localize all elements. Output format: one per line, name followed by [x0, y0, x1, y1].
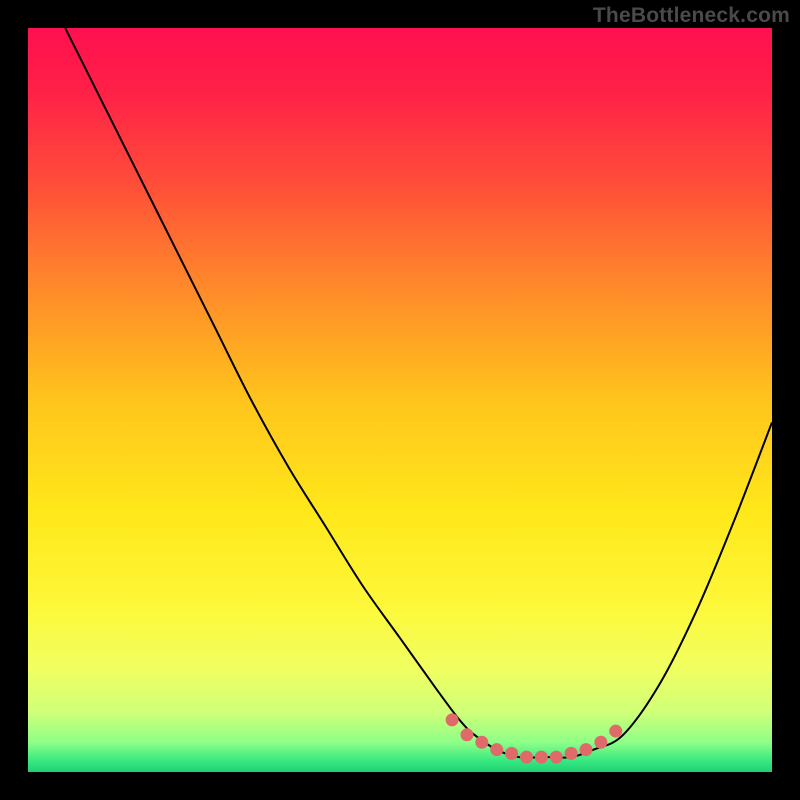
watermark-label: TheBottleneck.com: [593, 4, 790, 28]
tolerance-marker: [520, 751, 533, 764]
tolerance-marker: [550, 751, 563, 764]
chart-frame: TheBottleneck.com: [0, 0, 800, 800]
tolerance-marker: [594, 736, 607, 749]
gradient-background: [28, 28, 772, 772]
tolerance-marker: [446, 713, 459, 726]
tolerance-marker: [580, 743, 593, 756]
tolerance-marker: [565, 747, 578, 760]
tolerance-marker: [505, 747, 518, 760]
tolerance-marker: [609, 725, 622, 738]
tolerance-marker: [475, 736, 488, 749]
tolerance-marker: [460, 728, 473, 741]
tolerance-marker: [535, 751, 548, 764]
bottleneck-chart: [28, 28, 772, 772]
tolerance-marker: [490, 743, 503, 756]
plot-area: [28, 28, 772, 772]
